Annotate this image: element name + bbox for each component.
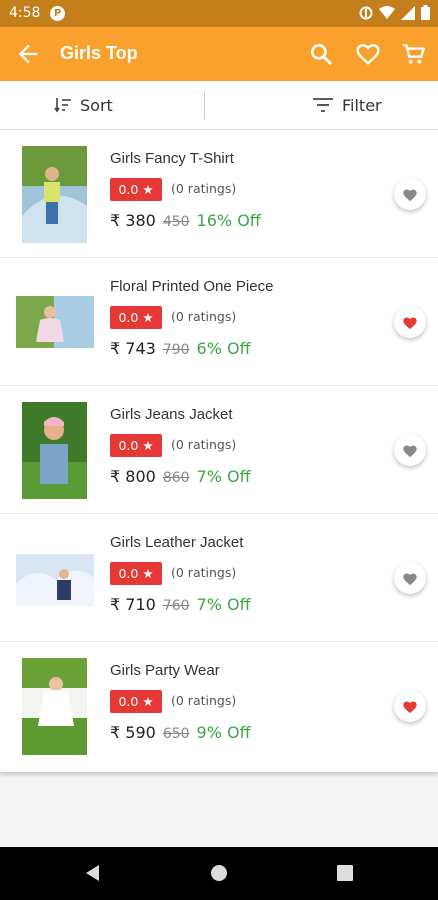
battery-icon — [421, 5, 430, 20]
product-card[interactable]: Floral Printed One Piece 0.0 ★ (0 ratings… — [0, 258, 438, 386]
data-saver-icon — [359, 6, 373, 19]
heart-icon — [403, 701, 417, 713]
product-image[interactable] — [22, 146, 87, 243]
price-row: ₹ 743 790 6% Off — [110, 339, 251, 358]
recents-nav-icon[interactable] — [336, 864, 354, 882]
product-image[interactable] — [16, 296, 94, 348]
discount: 7% Off — [196, 595, 251, 614]
price-row: ₹ 800 860 7% Off — [110, 467, 251, 486]
signal-icon — [401, 5, 415, 20]
favorite-button[interactable] — [394, 178, 426, 210]
status-bar: 4:58 P — [0, 0, 438, 27]
favorite-button[interactable] — [394, 434, 426, 466]
product-image[interactable] — [22, 402, 87, 499]
star-icon: ★ — [142, 182, 154, 197]
heart-icon — [403, 445, 417, 457]
rating-badge: 0.0 ★ — [110, 306, 162, 329]
product-card[interactable]: Girls Fancy T-Shirt 0.0 ★ (0 ratings) ₹ 3… — [0, 130, 438, 258]
rating-value: 0.0 — [118, 566, 139, 581]
product-name: Girls Jeans Jacket — [110, 406, 233, 423]
heart-outline-icon[interactable] — [355, 41, 381, 67]
heart-icon — [403, 189, 417, 201]
rating-badge: 0.0 ★ — [110, 562, 162, 585]
rating-badge: 0.0 ★ — [110, 690, 162, 713]
filter-label: Filter — [342, 95, 382, 115]
status-icons — [359, 5, 430, 20]
star-icon: ★ — [142, 438, 154, 453]
price-row: ₹ 710 760 7% Off — [110, 595, 251, 614]
discount: 9% Off — [196, 723, 251, 742]
favorite-button[interactable] — [394, 306, 426, 338]
product-card[interactable]: Girls Party Wear 0.0 ★ (0 ratings) ₹ 590 … — [0, 642, 438, 770]
discount: 7% Off — [196, 467, 251, 486]
product-image[interactable] — [22, 658, 87, 755]
price-row: ₹ 590 650 9% Off — [110, 723, 251, 742]
filter-button[interactable]: Filter — [312, 81, 382, 129]
favorite-button[interactable] — [394, 690, 426, 722]
star-icon: ★ — [142, 566, 154, 581]
rating-value: 0.0 — [118, 310, 139, 325]
product-card[interactable]: Girls Leather Jacket 0.0 ★ (0 ratings) ₹ … — [0, 514, 438, 642]
product-name: Girls Fancy T-Shirt — [110, 150, 234, 167]
price: ₹ 590 — [110, 723, 156, 742]
cart-icon[interactable] — [401, 41, 427, 67]
original-price: 760 — [162, 598, 190, 614]
ratings-count: (0 ratings) — [171, 181, 237, 196]
page-title: Girls Top — [60, 43, 138, 63]
original-price: 860 — [162, 470, 190, 486]
back-nav-icon[interactable] — [84, 864, 102, 882]
sort-button[interactable]: Sort — [54, 81, 113, 129]
product-name: Floral Printed One Piece — [110, 278, 274, 295]
star-icon: ★ — [142, 310, 154, 325]
ratings-count: (0 ratings) — [171, 565, 237, 580]
rating-badge: 0.0 ★ — [110, 434, 162, 457]
heart-icon — [403, 317, 417, 329]
star-icon: ★ — [142, 694, 154, 709]
ratings-count: (0 ratings) — [171, 309, 237, 324]
system-nav-bar — [0, 847, 438, 900]
divider — [204, 91, 205, 119]
app-notification-icon: P — [50, 6, 65, 21]
rating-value: 0.0 — [118, 438, 139, 453]
filter-icon — [313, 98, 333, 112]
original-price: 650 — [162, 726, 190, 742]
original-price: 790 — [162, 342, 190, 358]
price-row: ₹ 380 450 16% Off — [110, 211, 261, 230]
ratings-count: (0 ratings) — [171, 693, 237, 708]
product-image[interactable] — [16, 554, 94, 606]
search-icon[interactable] — [308, 41, 334, 67]
sort-label: Sort — [80, 95, 113, 115]
rating-value: 0.0 — [118, 694, 139, 709]
price: ₹ 743 — [110, 339, 156, 358]
price: ₹ 710 — [110, 595, 156, 614]
discount: 6% Off — [196, 339, 251, 358]
original-price: 450 — [162, 214, 190, 230]
product-name: Girls Leather Jacket — [110, 534, 244, 551]
product-card[interactable]: Girls Jeans Jacket 0.0 ★ (0 ratings) ₹ 80… — [0, 386, 438, 514]
price: ₹ 800 — [110, 467, 156, 486]
rating-value: 0.0 — [118, 182, 139, 197]
app-bar: Girls Top — [0, 27, 438, 81]
discount: 16% Off — [196, 211, 261, 230]
heart-icon — [403, 573, 417, 585]
favorite-button[interactable] — [394, 562, 426, 594]
sort-icon — [54, 98, 71, 113]
product-list: Girls Fancy T-Shirt 0.0 ★ (0 ratings) ₹ 3… — [0, 130, 438, 772]
ratings-count: (0 ratings) — [171, 437, 237, 452]
price: ₹ 380 — [110, 211, 156, 230]
rating-badge: 0.0 ★ — [110, 178, 162, 201]
home-nav-icon[interactable] — [210, 864, 228, 882]
arrow-left-icon[interactable] — [14, 40, 42, 68]
status-time: 4:58 — [9, 5, 41, 21]
product-name: Girls Party Wear — [110, 662, 220, 679]
sort-filter-bar: Sort Filter — [0, 81, 438, 130]
wifi-icon — [379, 5, 395, 19]
